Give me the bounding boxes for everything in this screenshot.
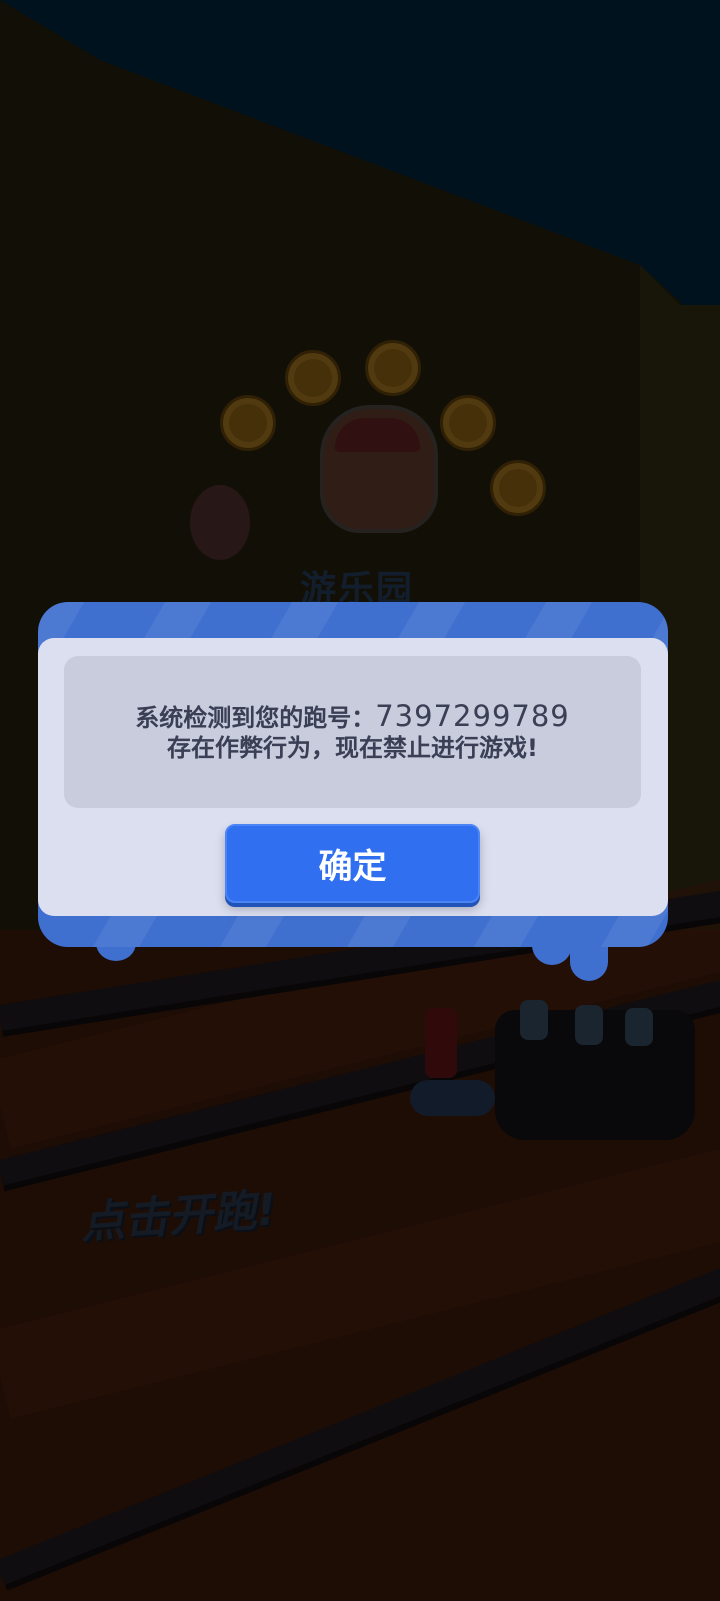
message-line-1: 系统检测到您的跑号：7397299789 [135,701,570,733]
message-prefix: 系统检测到您的跑号： [135,704,376,732]
dialog-message: 系统检测到您的跑号：7397299789 存在作弊行为，现在禁止进行游戏! [64,656,641,808]
message-line-2: 存在作弊行为，现在禁止进行游戏! [167,734,538,762]
confirm-button[interactable]: 确定 [225,824,480,903]
account-number: 7397299789 [375,699,570,733]
